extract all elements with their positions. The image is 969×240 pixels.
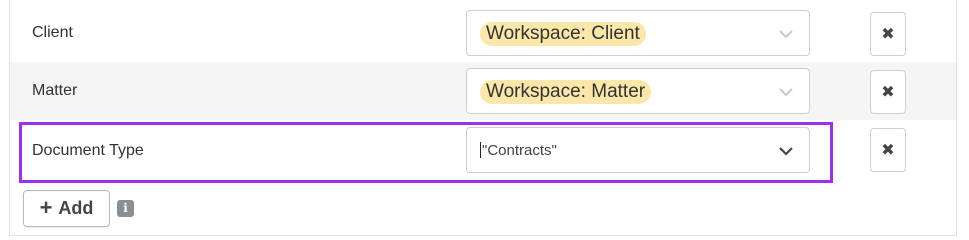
matter-value-select[interactable]: Workspace: Matter xyxy=(466,68,810,114)
chevron-down-icon xyxy=(779,30,793,39)
close-icon: ✖ xyxy=(881,142,895,159)
add-button-label: Add xyxy=(58,198,94,218)
add-button[interactable]: + Add xyxy=(23,190,110,227)
close-icon: ✖ xyxy=(881,84,895,101)
remove-client-button[interactable]: ✖ xyxy=(870,12,906,56)
text-cursor xyxy=(480,142,481,159)
close-icon: ✖ xyxy=(881,26,895,43)
remove-matter-button[interactable]: ✖ xyxy=(870,70,906,114)
row-label: Matter xyxy=(32,82,78,99)
workspace-chip: Workspace: Matter xyxy=(480,80,652,104)
remove-document-type-button[interactable]: ✖ xyxy=(870,128,906,172)
document-type-value: "Contracts" xyxy=(482,142,557,159)
chevron-down-icon xyxy=(779,88,793,97)
document-type-value-input[interactable]: "Contracts" xyxy=(466,127,810,173)
info-icon[interactable]: i xyxy=(117,200,134,217)
workspace-chip: Workspace: Client xyxy=(480,22,646,46)
client-value-select[interactable]: Workspace: Client xyxy=(466,10,810,56)
row-label: Client xyxy=(32,24,73,41)
chevron-down-icon xyxy=(779,147,793,156)
row-label: Document Type xyxy=(32,142,144,159)
plus-icon: + xyxy=(39,194,53,220)
